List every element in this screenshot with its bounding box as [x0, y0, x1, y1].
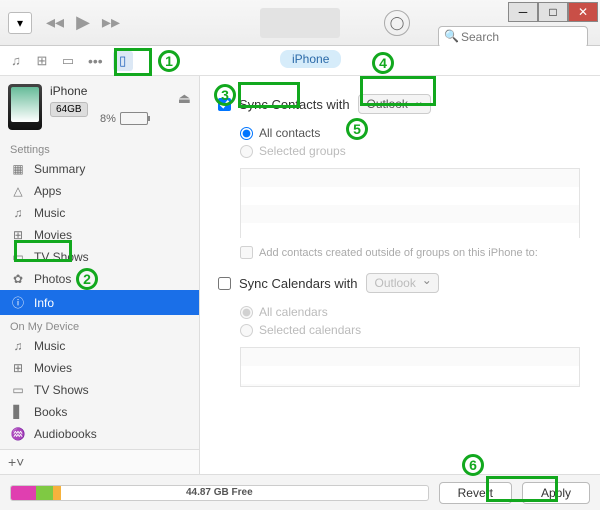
storage-seg-3 [53, 486, 61, 500]
device-pill[interactable]: iPhone [280, 50, 341, 68]
music-icon: ♫ [10, 206, 26, 220]
window-maximize[interactable]: □ [538, 2, 568, 22]
sidebar-item-apps[interactable]: △Apps [0, 180, 199, 202]
window-minimize[interactable]: ─ [508, 2, 538, 22]
sync-contacts-checkbox[interactable] [218, 98, 231, 111]
selected-calendars-label: Selected calendars [259, 323, 361, 337]
footer: 44.87 GB Free Revert Apply [0, 474, 600, 510]
window-close[interactable]: ✕ [568, 2, 598, 22]
all-calendars-radio [240, 306, 253, 319]
sidebar-item-info[interactable]: ⓘInfo [0, 290, 199, 315]
tv-icon: ▭ [10, 383, 26, 397]
content-pane: Sync Contacts with Outlook All contacts … [200, 76, 600, 474]
sidebar: iPhone 64GB 8% ⏏ Settings ▦Summary △Apps… [0, 76, 200, 474]
tv-icon: ▭ [10, 250, 26, 264]
play-icon[interactable]: ▶ [76, 12, 90, 33]
search-icon: 🔍 [444, 29, 459, 43]
apple-logo [260, 8, 340, 38]
add-playlist-button[interactable]: +˅ [0, 449, 199, 474]
settings-header: Settings [0, 138, 199, 158]
battery-pct: 8% [100, 113, 116, 125]
sync-calendars-label: Sync Calendars with [239, 276, 358, 291]
revert-button[interactable]: Revert [439, 482, 512, 504]
books-icon: ▋ [10, 405, 26, 419]
sidebar-dev-books[interactable]: ▋Books [0, 401, 199, 423]
storage-free-label: 44.87 GB Free [186, 487, 253, 498]
prev-icon[interactable]: ◂◂ [46, 12, 64, 33]
info-icon: ⓘ [10, 294, 26, 311]
sidebar-item-photos[interactable]: ✿Photos [0, 268, 199, 290]
search-input[interactable] [438, 26, 588, 48]
sidebar-item-summary[interactable]: ▦Summary [0, 158, 199, 180]
sidebar-item-movies[interactable]: ⊞Movies [0, 224, 199, 246]
sidebar-item-music[interactable]: ♫Music [0, 202, 199, 224]
sync-calendars-dropdown[interactable]: Outlook [366, 273, 439, 293]
sync-contacts-label: Sync Contacts with [239, 97, 350, 112]
source-bar: ♫ ⊞ ▭ ••• ▯ iPhone [0, 46, 600, 76]
movies-tab-icon[interactable]: ⊞ [32, 51, 52, 71]
audiobooks-icon: ♒ [10, 427, 26, 441]
tv-tab-icon[interactable]: ▭ [58, 51, 78, 71]
selected-groups-label: Selected groups [259, 144, 346, 158]
photos-icon: ✿ [10, 272, 26, 286]
account-icon[interactable]: ◯ [384, 10, 410, 36]
menu-button[interactable]: ▾ [8, 12, 32, 34]
sidebar-dev-movies[interactable]: ⊞Movies [0, 357, 199, 379]
movies-icon: ⊞ [10, 228, 26, 242]
sync-contacts-dropdown[interactable]: Outlook [358, 94, 431, 114]
summary-icon: ▦ [10, 162, 26, 176]
device-capacity: 64GB [50, 102, 88, 117]
eject-icon[interactable]: ⏏ [178, 90, 191, 107]
sync-calendars-checkbox[interactable] [218, 277, 231, 290]
selected-groups-radio [240, 145, 253, 158]
more-tabs-icon[interactable]: ••• [88, 53, 103, 69]
add-outside-checkbox [240, 246, 253, 259]
groups-list-box [240, 168, 580, 238]
storage-bar: 44.87 GB Free [10, 485, 429, 501]
ondevice-header: On My Device [0, 315, 199, 335]
device-name: iPhone [50, 84, 88, 98]
storage-seg-2 [36, 486, 53, 500]
calendars-list-box [240, 347, 580, 387]
movies-icon: ⊞ [10, 361, 26, 375]
apply-button[interactable]: Apply [522, 482, 590, 504]
apps-icon: △ [10, 184, 26, 198]
sidebar-dev-audiobooks[interactable]: ♒Audiobooks [0, 423, 199, 445]
add-outside-label: Add contacts created outside of groups o… [259, 247, 538, 259]
device-thumbnail [8, 84, 42, 130]
music-tab-icon[interactable]: ♫ [6, 51, 26, 71]
next-icon[interactable]: ▸▸ [102, 12, 120, 33]
device-tab-icon[interactable]: ▯ [113, 51, 133, 71]
sidebar-item-tvshows[interactable]: ▭TV Shows [0, 246, 199, 268]
storage-seg-1 [11, 486, 36, 500]
selected-calendars-radio [240, 324, 253, 337]
sidebar-dev-tvshows[interactable]: ▭TV Shows [0, 379, 199, 401]
music-icon: ♫ [10, 339, 26, 353]
all-contacts-radio[interactable] [240, 127, 253, 140]
all-calendars-label: All calendars [259, 305, 328, 319]
all-contacts-label: All contacts [259, 126, 320, 140]
sidebar-dev-music[interactable]: ♫Music [0, 335, 199, 357]
playback-controls: ◂◂ ▶ ▸▸ [46, 12, 120, 33]
battery-icon [120, 112, 148, 125]
